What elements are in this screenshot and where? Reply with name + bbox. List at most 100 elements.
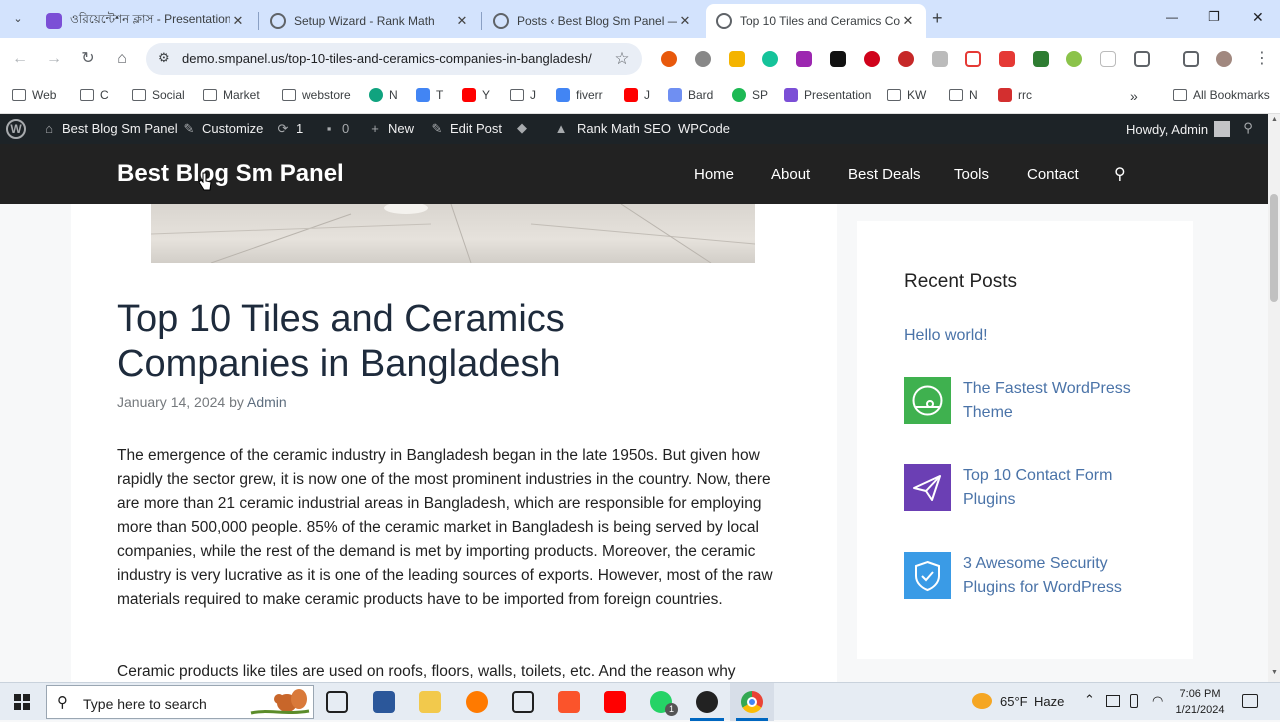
tab-close-icon[interactable]: ✕ <box>677 13 693 29</box>
all-bookmarks[interactable]: All Bookmarks <box>1173 88 1270 102</box>
bookmark-web[interactable]: Web <box>12 88 56 102</box>
reload-icon[interactable]: ↻ <box>76 47 100 71</box>
profile-avatar[interactable] <box>1216 51 1232 67</box>
weather-icon[interactable] <box>972 693 992 709</box>
adblock-icon[interactable] <box>898 51 914 67</box>
bookmark-sp[interactable]: SP <box>732 88 768 102</box>
app-icon[interactable] <box>696 691 718 713</box>
wifi-icon[interactable]: ◠ <box>1152 693 1163 709</box>
tab-search-button[interactable]: ⌄ <box>8 9 28 29</box>
bookmark-bard[interactable]: Bard <box>668 88 713 102</box>
scroll-down-arrow-icon[interactable]: ▼ <box>1271 669 1278 676</box>
extension-plus-icon[interactable] <box>965 51 981 67</box>
nav-about[interactable]: About <box>771 166 810 183</box>
admin-wpcode[interactable]: WPCode <box>678 121 730 136</box>
post-date[interactable]: January 14, 2024 <box>117 394 225 410</box>
minimize-button[interactable]: — <box>1166 10 1178 24</box>
windows-start-icon[interactable] <box>14 694 30 710</box>
close-window-button[interactable]: ✕ <box>1252 9 1264 26</box>
admin-site-name[interactable]: ⌂ Best Blog Sm Panel <box>42 121 178 136</box>
bookmark-rrc[interactable]: rrc <box>998 88 1032 102</box>
recent-post-link[interactable]: 3 Awesome Security Plugins for WordPress <box>963 552 1153 600</box>
scroll-up-arrow-icon[interactable]: ▲ <box>1271 116 1278 123</box>
chrome-taskbar-button[interactable] <box>730 683 774 721</box>
extension-icon[interactable] <box>932 51 948 67</box>
tab-close-icon[interactable]: ✕ <box>454 13 470 29</box>
shield-check-icon[interactable] <box>904 552 951 599</box>
bookmark-market[interactable]: Market <box>203 88 260 102</box>
nav-home[interactable]: Home <box>694 166 734 183</box>
extension-icon[interactable] <box>1066 51 1082 67</box>
post-author-link[interactable]: Admin <box>247 394 287 410</box>
site-info-icon[interactable]: ⚙ <box>158 50 170 66</box>
bookmark-n2[interactable]: N <box>949 88 978 102</box>
bookmark-webstore[interactable]: webstore <box>282 88 351 102</box>
scrollbar-thumb[interactable] <box>1270 194 1278 302</box>
bookmark-star-icon[interactable]: ☆ <box>610 47 634 71</box>
taskbar-clock[interactable]: 7:06 PM 1/21/2024 <box>1170 686 1230 718</box>
admin-updates[interactable]: ⟳ 1 <box>276 121 304 136</box>
admin-howdy[interactable]: Howdy, Admin <box>1126 121 1231 137</box>
paper-plane-icon[interactable] <box>904 464 951 511</box>
extension-icon[interactable] <box>1100 51 1116 67</box>
extension-icon[interactable] <box>864 51 880 67</box>
taskbar-search-box[interactable]: ⚲ Type here to search <box>46 685 314 719</box>
grammarly-icon[interactable] <box>762 51 778 67</box>
page-scrollbar[interactable]: ▲ ▼ <box>1268 114 1280 682</box>
recent-post-link[interactable]: Top 10 Contact Form Plugins <box>963 464 1153 512</box>
menu-kebab-icon[interactable]: ⋮ <box>1250 47 1274 71</box>
tab-close-icon[interactable]: ✕ <box>900 13 916 29</box>
generatepress-icon[interactable]: ◆ <box>514 121 536 135</box>
site-title[interactable]: Best Blog Sm Panel <box>117 160 344 188</box>
bookmark-presentation[interactable]: Presentation <box>784 88 871 102</box>
weather-desc[interactable]: Haze <box>1034 694 1064 709</box>
app-icon[interactable] <box>373 691 395 713</box>
extension-icon[interactable] <box>729 51 745 67</box>
forward-icon[interactable]: → <box>42 47 66 71</box>
nav-tools[interactable]: Tools <box>954 166 989 183</box>
tab-top-10-tiles[interactable]: Top 10 Tiles and Ceramics Com ✕ <box>706 4 926 38</box>
app-icon[interactable] <box>512 691 534 713</box>
recent-post-link[interactable]: Hello world! <box>904 324 988 348</box>
extension-icon[interactable] <box>1033 51 1049 67</box>
bookmark-social[interactable]: Social <box>132 88 185 102</box>
nav-best-deals[interactable]: Best Deals <box>848 166 921 183</box>
admin-new[interactable]: + New <box>368 121 414 136</box>
brave-browser-icon[interactable] <box>558 691 580 713</box>
back-icon[interactable]: ← <box>8 47 32 71</box>
file-explorer-icon[interactable] <box>419 691 441 713</box>
tab-posts[interactable]: Posts ‹ Best Blog Sm Panel — W ✕ <box>483 4 703 38</box>
tab-setup-wizard[interactable]: Setup Wizard - Rank Math ✕ <box>260 4 480 38</box>
home-icon[interactable]: ⌂ <box>110 47 134 71</box>
side-panel-icon[interactable] <box>1183 51 1199 67</box>
tab-presentation[interactable]: ওরিয়েন্টেশন ক্লাস - Presentation ✕ <box>36 4 256 38</box>
admin-comments[interactable]: ▪ 0 <box>322 121 350 136</box>
notifications-icon[interactable] <box>1242 694 1258 708</box>
extension-icon[interactable] <box>661 51 677 67</box>
bookmarks-overflow-icon[interactable]: » <box>1130 88 1138 104</box>
address-bar[interactable]: ⚙ demo.smpanel.us/top-10-tiles-and-ceram… <box>146 43 642 75</box>
extension-gear-icon[interactable] <box>695 51 711 67</box>
recent-post-link[interactable]: The Fastest WordPress Theme <box>963 377 1153 425</box>
weather-temp[interactable]: 65°F <box>1000 694 1028 709</box>
bookmark-fiverr[interactable]: fiverr <box>556 88 603 102</box>
bookmark-t[interactable]: T <box>416 88 443 102</box>
bookmark-j[interactable]: J <box>510 88 536 102</box>
tray-app-icon[interactable] <box>1106 695 1120 707</box>
battery-icon[interactable] <box>1130 694 1138 708</box>
tray-chevron-up-icon[interactable]: ⌃ <box>1084 692 1095 708</box>
bookmark-n[interactable]: N <box>369 88 398 102</box>
bookmark-c[interactable]: C <box>80 88 109 102</box>
new-tab-button[interactable]: + <box>932 8 943 29</box>
tab-close-icon[interactable]: ✕ <box>230 13 246 29</box>
admin-edit-post[interactable]: ✎ Edit Post <box>430 121 502 136</box>
app-search-icon[interactable] <box>466 691 488 713</box>
bookmark-y[interactable]: Y <box>462 88 490 102</box>
header-search-icon[interactable]: ⚲ <box>1114 164 1126 184</box>
task-view-icon[interactable] <box>326 691 348 713</box>
extension-icon[interactable] <box>830 51 846 67</box>
youtube-icon[interactable] <box>604 691 626 713</box>
wordpress-logo-icon[interactable]: W <box>6 119 26 139</box>
nav-contact[interactable]: Contact <box>1027 166 1079 183</box>
admin-customize[interactable]: ✎ Customize <box>182 121 264 136</box>
